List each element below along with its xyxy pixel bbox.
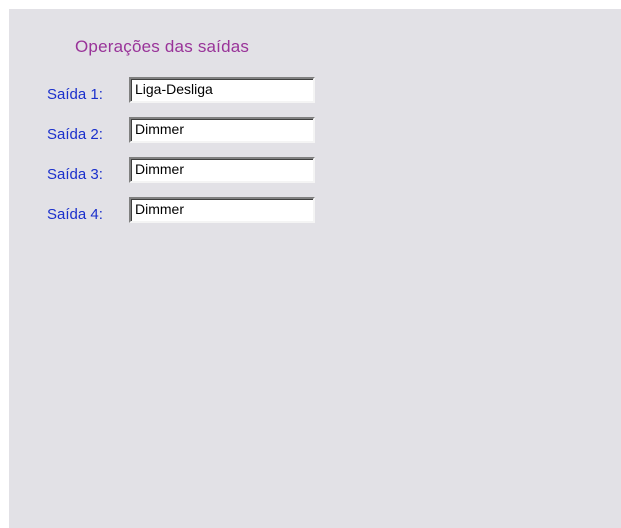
output-row-2: Saída 2: Dimmer — [47, 117, 337, 147]
output-row-3: Saída 3: Dimmer — [47, 157, 337, 187]
output-4-operation-field[interactable]: Dimmer — [129, 197, 315, 223]
outputs-panel: Operações das saídas Saída 1: Liga-Desli… — [9, 9, 621, 528]
page: Operações das saídas Saída 1: Liga-Desli… — [0, 0, 621, 528]
output-2-label: Saída 2: — [47, 126, 103, 143]
output-row-4: Saída 4: Dimmer — [47, 197, 337, 227]
output-2-operation-field[interactable]: Dimmer — [129, 117, 315, 143]
panel-title: Operações das saídas — [75, 37, 250, 56]
output-1-label: Saída 1: — [47, 86, 103, 103]
output-4-label: Saída 4: — [47, 206, 103, 223]
output-row-1: Saída 1: Liga-Desliga — [47, 77, 337, 107]
output-3-label: Saída 3: — [47, 166, 103, 183]
output-3-operation-field[interactable]: Dimmer — [129, 157, 315, 183]
output-1-operation-field[interactable]: Liga-Desliga — [129, 77, 315, 103]
